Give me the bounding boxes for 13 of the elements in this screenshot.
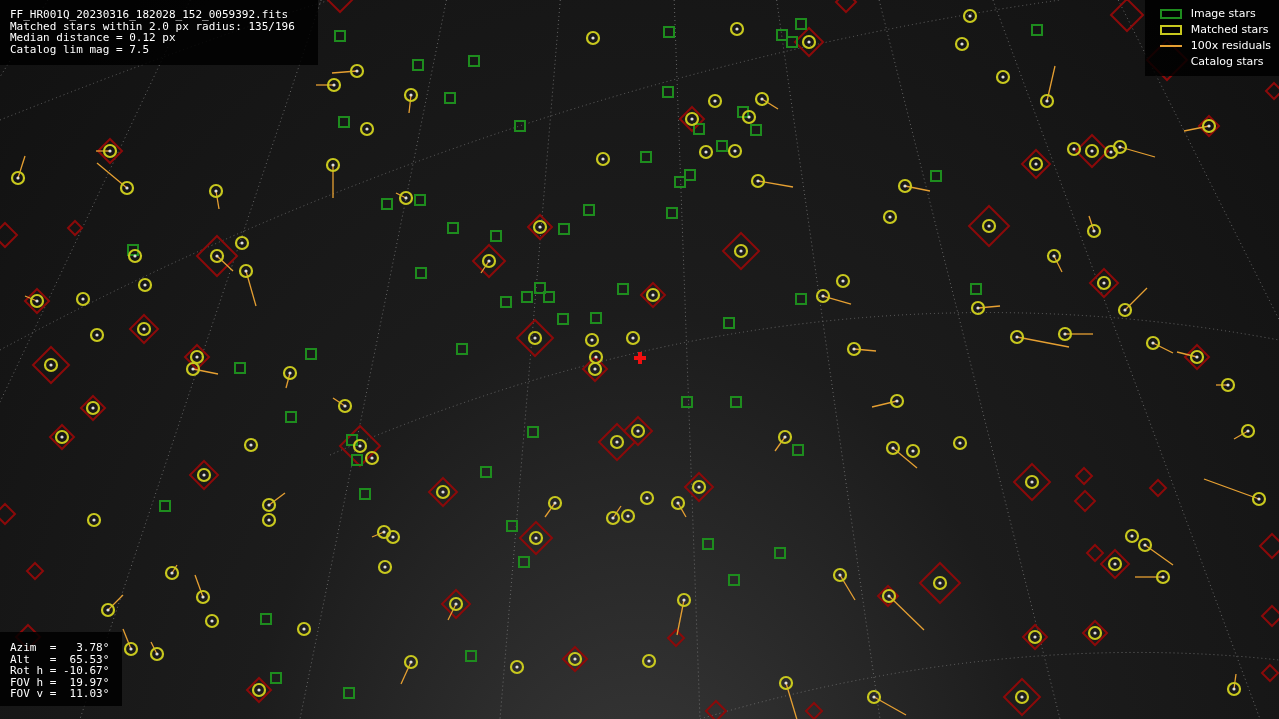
pointing-text: FOV h = 19.97°: [10, 676, 110, 688]
pointing-text: Azim = 3.78°: [10, 642, 110, 654]
info-text: Matched stars within 2.0 px radius: 135/196: [10, 20, 295, 32]
legend-label: 100x residuals: [1190, 37, 1271, 54]
legend-label: Matched stars: [1190, 21, 1269, 38]
pointing-text: Rot h = -10.67°: [10, 665, 110, 677]
pointing-text: FOV v = 11.03°: [10, 688, 110, 700]
info-text: FF_HR001Q_20230316_182028_152_0059392.fits: [10, 9, 289, 21]
info-text: Catalog lim mag = 7.5: [10, 43, 150, 55]
legend-label: Catalog stars: [1190, 53, 1264, 70]
legend-label: Image stars: [1190, 5, 1256, 22]
info-text: Median distance = 0.12 px: [10, 32, 176, 44]
pointing-text: Alt = 65.53°: [10, 653, 110, 665]
